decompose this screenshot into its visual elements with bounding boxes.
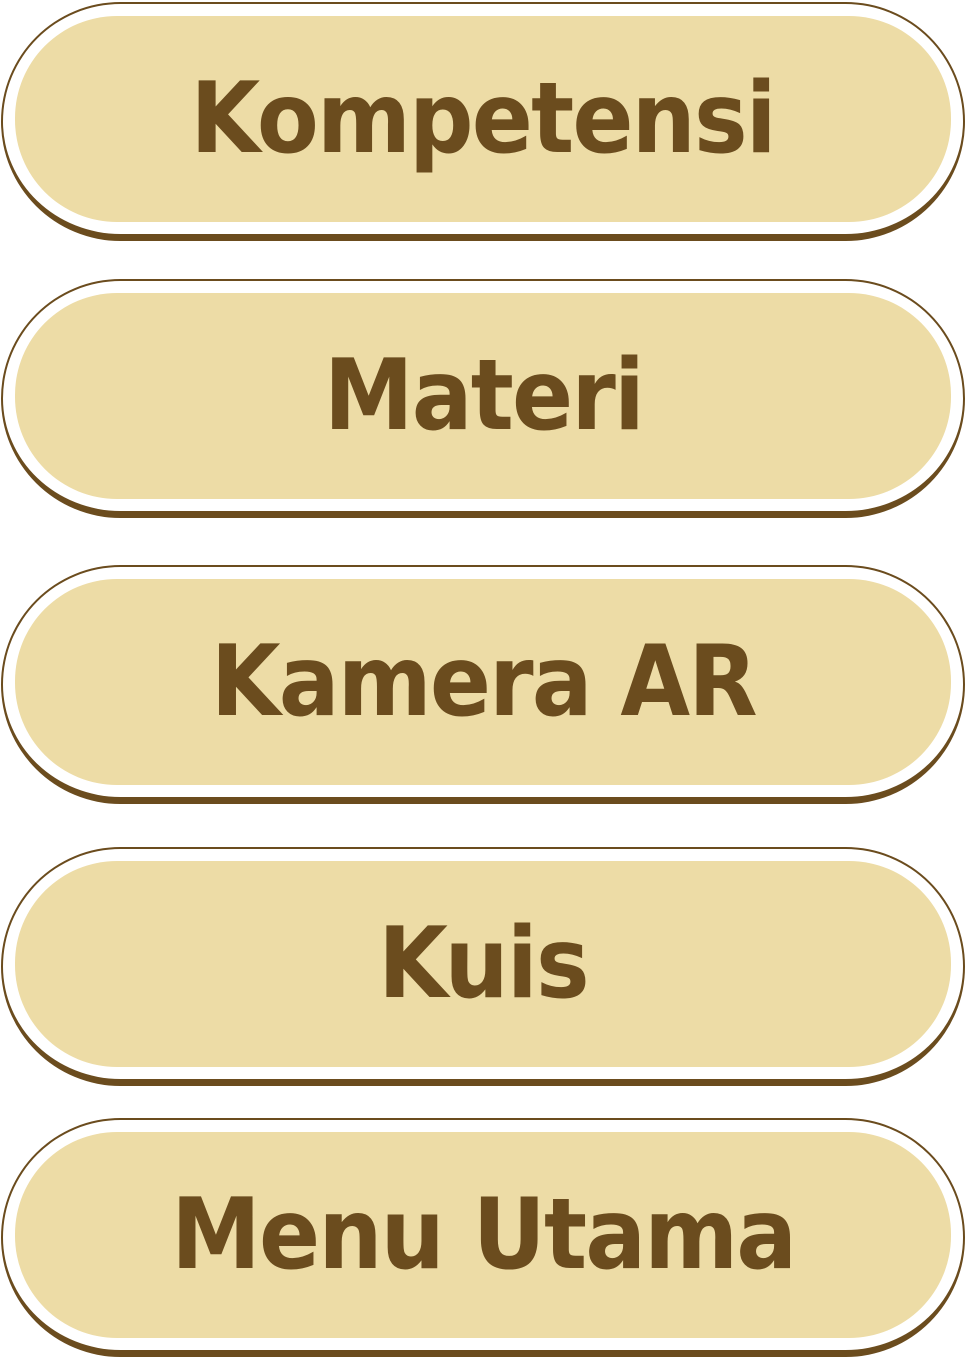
button-label: Materi: [323, 339, 644, 453]
button-label: Kamera AR: [210, 625, 757, 739]
button-label: Menu Utama: [170, 1178, 797, 1292]
button-face: Kamera AR: [15, 579, 951, 785]
menu-button-menu-utama[interactable]: Menu Utama: [1, 1118, 965, 1357]
button-face: Materi: [15, 293, 951, 499]
button-face: Kuis: [15, 861, 951, 1067]
button-face: Kompetensi: [15, 16, 951, 222]
button-label: Kompetensi: [190, 62, 777, 176]
menu-button-kuis[interactable]: Kuis: [1, 847, 965, 1086]
menu-button-kompetensi[interactable]: Kompetensi: [1, 2, 965, 241]
button-face: Menu Utama: [15, 1132, 951, 1338]
button-label: Kuis: [378, 907, 590, 1021]
menu-button-kamera-ar[interactable]: Kamera AR: [1, 565, 965, 804]
menu-button-materi[interactable]: Materi: [1, 279, 965, 518]
